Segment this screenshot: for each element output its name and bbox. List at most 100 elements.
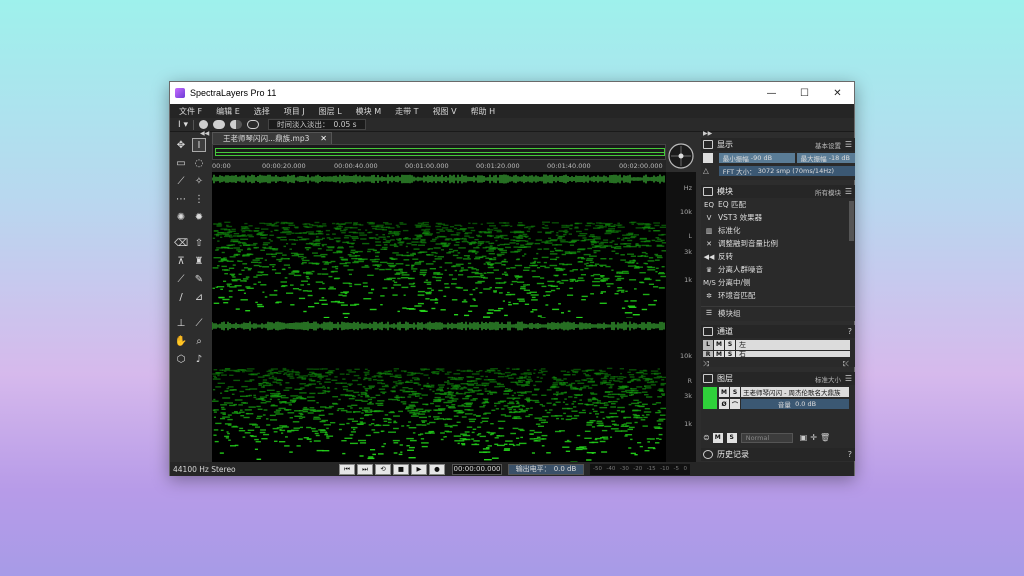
menu-select[interactable]: 选择 (254, 106, 270, 117)
fade-time-field[interactable]: 时间淡入淡出： 0.05 s (268, 119, 366, 130)
record-button[interactable]: ● (429, 463, 445, 475)
menu-transport[interactable]: 走带 T (395, 106, 418, 117)
add-layer-icon[interactable]: ✛ (810, 433, 817, 442)
channels-panel-header[interactable]: 通道 ? (701, 325, 855, 338)
solo-button[interactable]: S (725, 339, 735, 350)
loop-button[interactable]: ⟲ (375, 463, 391, 475)
module-item-volume-ratio[interactable]: ✕ 调整融到音量比例 (701, 237, 855, 250)
panel-menu-icon[interactable]: ☰ (845, 140, 852, 149)
i-beam-icon[interactable]: I ▾ (178, 120, 188, 130)
menu-project[interactable]: 项目 J (284, 106, 305, 117)
layer-item[interactable]: M S 王老师琴闪闪 - 周杰伦歌名大鼎族 Ø ⌒ 音量 0.0 dB (701, 385, 855, 411)
amplify-tool-icon[interactable]: ⇧ (192, 236, 206, 250)
brush-select-tool-icon[interactable]: ⟋ (174, 174, 188, 188)
help-icon[interactable]: ? (848, 450, 852, 459)
eraser-tool-icon[interactable]: ⌫ (174, 236, 188, 250)
cube-tool-icon[interactable]: ⬡ (174, 352, 188, 366)
module-item-eq-match[interactable]: EQ EQ 匹配 (701, 198, 855, 211)
time-ruler[interactable]: 00:00 00:00:20.000 00:00:40.000 00:01:00… (212, 160, 666, 172)
panel-menu-icon[interactable]: ☰ (845, 374, 852, 383)
brush-tool-icon[interactable]: / (174, 290, 188, 304)
blend-mode-dropdown[interactable]: Normal (740, 432, 793, 443)
minimize-button[interactable]: — (755, 82, 788, 104)
module-item-normalize[interactable]: ▥ 标准化 (701, 224, 855, 237)
display-panel-header[interactable]: 显示 基本设置 ☰ (701, 138, 855, 151)
help-icon[interactable]: ? (848, 327, 852, 336)
time-display[interactable]: 00:00:00.000 (452, 463, 502, 475)
modules-panel-header[interactable]: 模块 所有模块 ☰ (701, 185, 855, 198)
magic-wand-tool-icon[interactable]: ✧ (192, 174, 206, 188)
menu-help[interactable]: 帮助 H (471, 106, 496, 117)
split-icon[interactable]: ⤨ (703, 359, 709, 369)
swap-icon[interactable]: ⤪ (843, 359, 849, 369)
new-folder-icon[interactable]: ▣ (800, 433, 808, 442)
layer-name[interactable]: 王老师琴闪闪 - 周杰伦歌名大鼎族 (741, 387, 849, 397)
spectrogram-left-channel[interactable] (212, 184, 666, 318)
eyedropper-tool-icon[interactable]: ⟋ (192, 316, 206, 330)
rewind-button[interactable]: ⏮ (339, 463, 355, 475)
module-item-reverse[interactable]: ◀◀ 反转 (701, 250, 855, 263)
layers-panel-header[interactable]: 图层 标准大小 ☰ (701, 372, 855, 385)
time-select-tool-icon[interactable]: I (192, 138, 206, 152)
spray-tool-icon[interactable]: ⊿ (192, 290, 206, 304)
clone-tool-icon[interactable]: ♜ (192, 254, 206, 268)
speaker-tool-icon[interactable]: ♪ (192, 352, 206, 366)
display-preset-dropdown[interactable]: 基本设置 (815, 140, 841, 150)
mode-ring-icon[interactable] (247, 120, 260, 129)
hand-tool-icon[interactable]: ✋ (174, 334, 188, 348)
spectrogram-view[interactable] (212, 172, 666, 462)
max-amplitude-field[interactable]: 最大振幅 -18 dB (796, 152, 856, 163)
stamp-tool-icon[interactable]: ⊼ (174, 254, 188, 268)
collapse-right-icon[interactable]: ▶▶ (703, 130, 712, 137)
transient-tool-icon[interactable]: ✺ (174, 210, 188, 224)
stop-button[interactable]: ■ (393, 463, 409, 475)
module-item-ambience-match[interactable]: ✲ 环境音匹配 (701, 289, 855, 302)
rect-select-tool-icon[interactable]: ▭ (174, 156, 188, 170)
history-panel-header[interactable]: 历史记录 ? (701, 448, 855, 461)
channel-row-left[interactable]: L M S 左 (701, 338, 855, 351)
layer-size-dropdown[interactable]: 标准大小 (815, 374, 841, 384)
menu-edit[interactable]: 编辑 E (216, 106, 240, 117)
burst-tool-icon[interactable]: ✹ (192, 210, 206, 224)
module-item-vst3[interactable]: V VST3 效果器 (701, 211, 855, 224)
document-tab[interactable]: 王老师琴闪闪...鼎族.mp3 ✕ (212, 132, 332, 144)
play-button[interactable]: ▶ (411, 463, 427, 475)
frequency-select-tool-icon[interactable]: ⋮ (192, 192, 206, 206)
menu-file[interactable]: 文件 F (179, 106, 202, 117)
pencil-tool-icon[interactable]: ✎ (192, 272, 206, 286)
output-level-field[interactable]: 输出电平： 0.0 dB (508, 463, 584, 475)
modules-scrollbar[interactable] (849, 201, 854, 241)
phase-invert-icon[interactable]: Ø (719, 399, 729, 409)
delete-layer-icon[interactable]: 🗑 (820, 433, 830, 442)
mode-dot-icon[interactable] (199, 120, 209, 129)
jog-wheel-icon[interactable] (667, 142, 695, 170)
fft-icon[interactable]: △ (703, 166, 713, 175)
module-group-row[interactable]: ☰ 模块组 (701, 306, 855, 319)
move-tool-icon[interactable]: ✥ (174, 138, 188, 152)
modules-filter-dropdown[interactable]: 所有模块 (815, 187, 841, 197)
menu-module[interactable]: 模块 M (356, 106, 381, 117)
layers-solo-all-button[interactable]: S (726, 432, 737, 443)
crop-tool-icon[interactable]: ⊥ (174, 316, 188, 330)
close-button[interactable]: ✕ (821, 82, 854, 104)
mode-double-dot-icon[interactable] (213, 120, 226, 129)
menu-layer[interactable]: 图层 L (319, 106, 342, 117)
spectrogram-right-channel[interactable] (212, 331, 666, 462)
module-item-crowd-noise[interactable]: ♛ 分离人群噪音 (701, 263, 855, 276)
mute-button[interactable]: M (714, 339, 724, 350)
harmonic-select-tool-icon[interactable]: ⋯ (174, 192, 188, 206)
overview-bar[interactable] (212, 144, 666, 160)
link-icon[interactable]: ⌒ (730, 399, 740, 409)
lasso-tool-icon[interactable]: ◌ (192, 156, 206, 170)
menu-view[interactable]: 视图 V (433, 106, 457, 117)
fft-size-field[interactable]: FFT 大小： 3072 smp (70ms/14Hz) (718, 165, 855, 176)
layer-type-icon[interactable]: ⊜ (703, 433, 710, 442)
module-item-mid-side[interactable]: M/S 分离中/侧 (701, 276, 855, 289)
layer-mute-button[interactable]: M (719, 387, 729, 397)
panel-menu-icon[interactable]: ☰ (845, 187, 852, 196)
close-tab-icon[interactable]: ✕ (320, 134, 327, 143)
layers-mute-all-button[interactable]: M (712, 432, 723, 443)
overview-selection[interactable] (215, 148, 665, 156)
contrast-icon[interactable] (703, 152, 713, 163)
mode-half-dot-icon[interactable] (230, 120, 243, 129)
